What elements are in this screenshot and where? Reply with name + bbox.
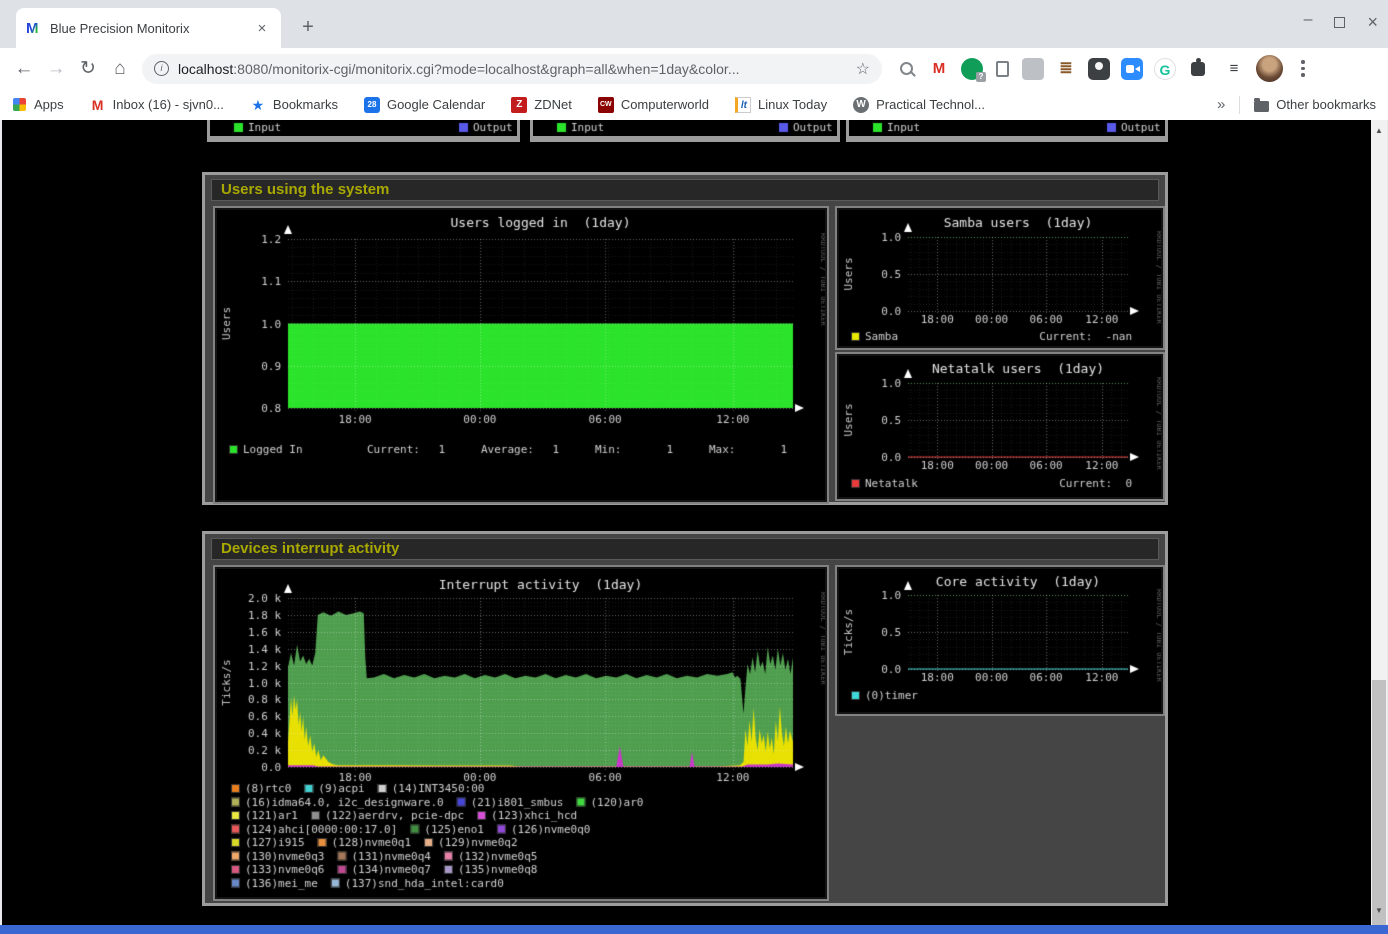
apps-grid-icon — [13, 98, 26, 111]
gmail-icon: M — [90, 97, 106, 113]
grammarly-icon[interactable]: G — [1154, 58, 1176, 80]
bookmark-zdnet[interactable]: Z ZDNet — [511, 97, 572, 113]
netatalk-users-graph[interactable] — [839, 356, 1161, 497]
window-left-edge — [0, 120, 2, 925]
tab-strip: M Blue Precision Monitorix × + – × — [0, 0, 1388, 48]
section-interrupts-title: Devices interrupt activity — [211, 538, 1159, 560]
linuxtoday-icon: lt — [735, 97, 751, 113]
net-graph-legend-2 — [533, 120, 837, 136]
net-graph-legend-1 — [210, 120, 517, 136]
samba-users-graph-cell — [835, 206, 1165, 350]
core-activity-graph-cell — [835, 565, 1165, 716]
close-window-button[interactable]: × — [1367, 12, 1378, 33]
bookmark-computerworld[interactable]: CW Computerworld — [598, 97, 709, 113]
samba-users-graph[interactable] — [839, 210, 1161, 346]
folder-icon — [1254, 101, 1269, 112]
bookmark-label: Google Calendar — [387, 97, 485, 112]
wordpress-icon: W — [853, 97, 869, 113]
calendar-icon: 28 — [364, 97, 380, 113]
other-bookmarks[interactable]: Other bookmarks — [1254, 97, 1376, 112]
maximize-button[interactable] — [1334, 17, 1345, 28]
bookmark-star-icon[interactable]: ☆ — [856, 59, 870, 79]
bookmark-apps[interactable]: Apps — [12, 97, 64, 112]
minimize-button[interactable]: – — [1304, 11, 1313, 29]
section-interrupts: Devices interrupt activity — [202, 531, 1168, 906]
stack-icon[interactable]: ≣ — [1055, 58, 1077, 80]
lamp-icon[interactable] — [1088, 58, 1110, 80]
browser-toolbar: ← → ↻ ⌂ i localhost:8080/monitorix-cgi/m… — [0, 48, 1388, 89]
bookmarks-divider — [1239, 96, 1240, 114]
net-graph-legend-3 — [849, 120, 1165, 136]
scrollbar-thumb[interactable] — [1372, 680, 1386, 934]
bookmark-label: Practical Technol... — [876, 97, 985, 112]
bookmark-practical-technol-[interactable]: W Practical Technol... — [853, 97, 985, 113]
computerworld-icon: CW — [598, 97, 614, 113]
url-bar[interactable]: i localhost:8080/monitorix-cgi/monitorix… — [142, 54, 882, 84]
gmail-icon[interactable]: M — [928, 58, 950, 80]
url-text[interactable]: localhost:8080/monitorix-cgi/monitorix.c… — [178, 61, 856, 77]
menu-kebab-icon[interactable] — [1294, 60, 1312, 77]
browser-window: M Blue Precision Monitorix × + – × ← → ↻… — [0, 0, 1388, 934]
monitorix-page: Users using the system Devices interrupt… — [0, 120, 1388, 925]
scroll-down-icon[interactable]: ▼ — [1371, 902, 1387, 919]
voice-icon[interactable] — [961, 58, 983, 80]
extension-icons: M ≣ G — [896, 58, 1209, 80]
star-icon: ★ — [250, 97, 266, 113]
users-logged-in-graph[interactable] — [217, 210, 825, 500]
zdnet-icon: Z — [511, 97, 527, 113]
core-activity-graph[interactable] — [839, 569, 1161, 712]
tab-close-icon[interactable]: × — [253, 20, 271, 37]
netatalk-users-graph-cell — [835, 352, 1165, 501]
profile-avatar[interactable] — [1256, 55, 1283, 82]
bookmarks-bar: Apps M Inbox (16) - sjvn0... ★ Bookmarks 28 Go… — [0, 89, 1388, 120]
scroll-up-icon[interactable]: ▲ — [1371, 122, 1387, 139]
site-info-icon[interactable]: i — [154, 61, 169, 76]
section-users-title: Users using the system — [211, 179, 1159, 201]
other-bookmarks-label: Other bookmarks — [1276, 97, 1376, 112]
window-controls: – × — [1304, 12, 1378, 33]
bookmark-label: Computerworld — [621, 97, 709, 112]
bookmarks-overflow-chevron[interactable]: » — [1217, 96, 1225, 113]
browser-tab[interactable]: M Blue Precision Monitorix × — [16, 8, 281, 48]
search-icon[interactable] — [900, 62, 913, 75]
new-tab-button[interactable]: + — [294, 14, 322, 42]
reading-list-icon[interactable]: ≡ — [1223, 58, 1245, 80]
bookmark-bookmarks[interactable]: ★ Bookmarks — [250, 97, 338, 113]
reload-icon[interactable]: ↻ — [72, 53, 104, 85]
scrollbar[interactable]: ▲ ▼ — [1371, 120, 1387, 925]
bookmark-label: ZDNet — [534, 97, 572, 112]
bookmark-label: Apps — [34, 97, 64, 112]
section-users: Users using the system — [202, 172, 1168, 505]
bookmark-label: Bookmarks — [273, 97, 338, 112]
bookmark-google-calendar[interactable]: 28 Google Calendar — [364, 97, 485, 113]
copy-icon[interactable] — [996, 61, 1009, 77]
tab-title: Blue Precision Monitorix — [50, 21, 253, 36]
bookmark-linux-today[interactable]: lt Linux Today — [735, 97, 827, 113]
network-graph-partial-3 — [846, 120, 1168, 142]
window-bottom-edge — [0, 925, 1388, 934]
interrupt-activity-graph-cell — [213, 565, 829, 901]
network-graph-partial-2 — [530, 120, 840, 142]
interrupt-activity-graph[interactable] — [217, 569, 825, 897]
network-graph-partial-1 — [207, 120, 520, 142]
profile-gray-icon[interactable] — [1022, 58, 1044, 80]
users-logged-in-graph-cell — [213, 206, 829, 504]
home-icon[interactable]: ⌂ — [104, 53, 136, 85]
bookmark-label: Linux Today — [758, 97, 827, 112]
bookmark-label: Inbox (16) - sjvn0... — [113, 97, 224, 112]
back-icon[interactable]: ← — [8, 53, 40, 85]
monitorix-favicon: M — [26, 20, 44, 37]
puzzle-icon[interactable] — [1187, 58, 1209, 80]
zoom-camera-icon[interactable] — [1121, 58, 1143, 80]
forward-icon[interactable]: → — [40, 53, 72, 85]
bookmark-inbox-16-sjvn0-[interactable]: M Inbox (16) - sjvn0... — [90, 97, 224, 113]
